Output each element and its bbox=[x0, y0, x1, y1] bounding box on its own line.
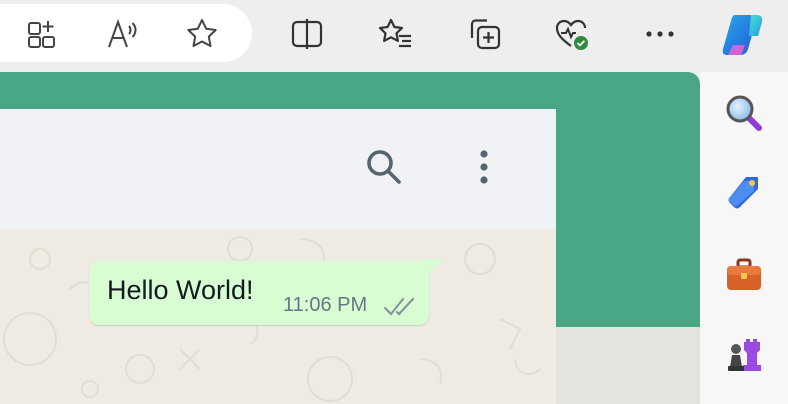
toolbox-icon bbox=[727, 258, 761, 290]
copilot-icon[interactable] bbox=[720, 9, 770, 59]
message-bubble[interactable]: Hello World! 11:06 PM bbox=[89, 261, 429, 325]
chat-panel bbox=[0, 109, 556, 404]
vertical-dots-icon bbox=[480, 150, 488, 184]
chess-pieces-icon bbox=[728, 339, 761, 371]
sidebar-search-button[interactable] bbox=[721, 90, 767, 136]
sidebar-games-button[interactable] bbox=[721, 332, 767, 378]
browser-window: Hello World! 11:06 PM bbox=[0, 0, 788, 404]
edge-sidebar bbox=[700, 72, 788, 404]
add-tab-group-icon[interactable] bbox=[20, 12, 64, 56]
double-check-icon bbox=[383, 297, 415, 316]
web-content bbox=[0, 72, 700, 404]
browser-essentials-icon[interactable] bbox=[550, 12, 594, 56]
read-aloud-icon[interactable] bbox=[100, 12, 144, 56]
chat-menu-button[interactable] bbox=[460, 143, 508, 191]
chat-search-button[interactable] bbox=[360, 143, 408, 191]
split-screen-icon[interactable] bbox=[285, 12, 329, 56]
more-icon[interactable] bbox=[638, 12, 682, 56]
search-icon bbox=[367, 150, 401, 184]
favorite-star-icon[interactable] bbox=[180, 12, 224, 56]
message-text: Hello World! bbox=[107, 275, 254, 305]
search-icon bbox=[726, 95, 762, 131]
message-timestamp: 11:06 PM bbox=[283, 294, 368, 316]
favorites-list-icon[interactable] bbox=[374, 12, 418, 56]
sidebar-shopping-button[interactable] bbox=[721, 170, 767, 216]
sidebar-tools-button[interactable] bbox=[721, 252, 767, 298]
collections-icon[interactable] bbox=[463, 12, 507, 56]
chat-header bbox=[0, 109, 556, 229]
shopping-tag-icon bbox=[728, 177, 758, 209]
browser-toolbar bbox=[0, 0, 788, 72]
